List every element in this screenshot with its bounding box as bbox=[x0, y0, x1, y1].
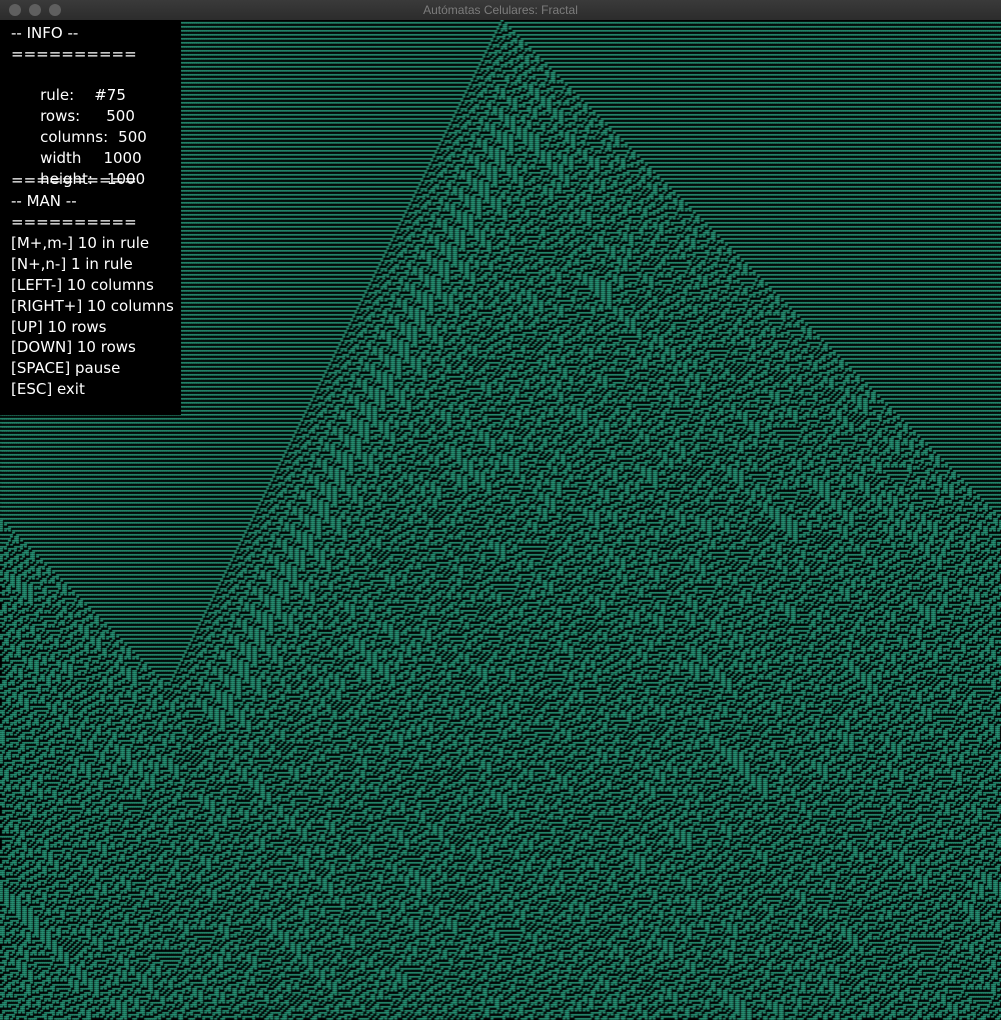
command-right: [RIGHT+] 10 columns bbox=[11, 297, 174, 315]
man-header: -- MAN -- bbox=[11, 192, 77, 210]
info-panel: -- INFO -- ========== rule: #75 rows: 500 … bbox=[0, 20, 181, 415]
separator: ========== bbox=[11, 213, 137, 231]
command-down: [DOWN] 10 rows bbox=[11, 338, 136, 356]
window-titlebar: Autómatas Celulares: Fractal bbox=[0, 0, 1001, 21]
separator: ========== bbox=[11, 171, 137, 189]
info-header: -- INFO -- bbox=[11, 24, 79, 42]
command-up: [UP] 10 rows bbox=[11, 318, 107, 336]
command-rule-1: [N+,n-] 1 in rule bbox=[11, 255, 133, 273]
window-title: Autómatas Celulares: Fractal bbox=[423, 3, 578, 17]
command-esc: [ESC] exit bbox=[11, 380, 85, 398]
separator: ========== bbox=[11, 45, 137, 63]
command-left: [LEFT-] 10 columns bbox=[11, 276, 154, 294]
command-rule-10: [M+,m-] 10 in rule bbox=[11, 234, 150, 252]
command-space: [SPACE] pause bbox=[11, 359, 121, 377]
